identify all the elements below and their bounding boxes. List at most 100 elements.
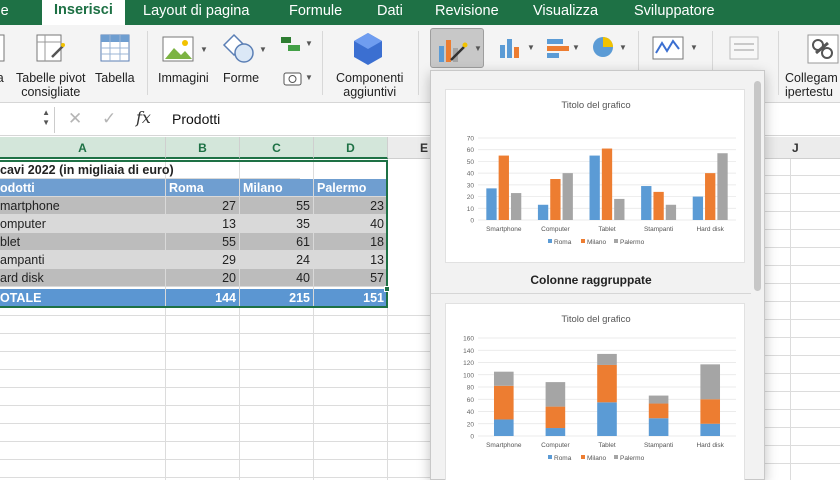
- legend-label: Roma: [554, 239, 572, 246]
- bar-roma: [597, 402, 617, 436]
- row-label-cell[interactable]: ampanti: [0, 251, 166, 269]
- pivot-table-label-2: t: [0, 85, 4, 99]
- slicer-icon[interactable]: [728, 35, 762, 63]
- tab-sviluppatore[interactable]: Sviluppatore: [634, 0, 715, 25]
- column-header-c[interactable]: C: [240, 137, 314, 159]
- chevron-down-icon[interactable]: ▼: [572, 43, 580, 52]
- chevron-down-icon[interactable]: ▼: [619, 43, 627, 52]
- tab-dati[interactable]: Dati: [377, 0, 403, 25]
- value-cell[interactable]: 35: [240, 215, 314, 233]
- legend-swatch-roma: [548, 455, 552, 459]
- pie-chart-icon[interactable]: [591, 35, 617, 59]
- chevron-down-icon: ▼: [474, 44, 482, 53]
- value-cell[interactable]: 55: [166, 233, 240, 251]
- tab-home[interactable]: Home: [0, 0, 9, 25]
- name-box[interactable]: ▲ ▼: [0, 107, 55, 133]
- value-cell[interactable]: 24: [240, 251, 314, 269]
- value-cell[interactable]: 20: [166, 269, 240, 287]
- header-cell-prodotti[interactable]: odotti: [0, 179, 166, 197]
- value-cell[interactable]: 55: [240, 197, 314, 215]
- row-label-cell[interactable]: martphone: [0, 197, 166, 215]
- ribbon-tab-bar: Home Inserisci Layout di pagina Formule …: [0, 0, 840, 27]
- value-cell[interactable]: 27: [166, 197, 240, 215]
- formula-input[interactable]: Prodotti: [172, 111, 220, 127]
- confirm-icon[interactable]: ✓: [102, 109, 116, 129]
- y-tick-label: 0: [470, 434, 474, 441]
- total-value-cell[interactable]: 144: [166, 289, 240, 307]
- shapes-icon: [222, 33, 254, 63]
- y-tick-label: 140: [463, 348, 474, 355]
- picture-icon: [162, 36, 194, 62]
- table-icon: [100, 34, 130, 62]
- y-tick-label: 10: [467, 206, 475, 213]
- total-label-cell[interactable]: OTALE: [0, 289, 166, 307]
- chevron-down-icon[interactable]: ▼: [305, 39, 313, 48]
- tab-inserisci[interactable]: Inserisci: [42, 0, 125, 27]
- tab-layout-di-pagina[interactable]: Layout di pagina: [143, 0, 249, 25]
- table-button[interactable]: Tabella: [95, 71, 135, 85]
- column-header-a[interactable]: A: [0, 137, 166, 159]
- insert-function-button[interactable]: fx: [136, 108, 151, 127]
- bar-palermo: [562, 173, 573, 220]
- row-label-cell[interactable]: blet: [0, 233, 166, 251]
- selection-handle[interactable]: [384, 286, 390, 292]
- tab-visualizza[interactable]: Visualizza: [533, 0, 598, 25]
- sparkline-icon[interactable]: [652, 35, 686, 61]
- chevron-down-icon[interactable]: ▼: [305, 73, 313, 82]
- name-box-stepper-icon[interactable]: ▲ ▼: [42, 108, 50, 128]
- screenshot-icon[interactable]: [283, 69, 303, 87]
- shapes-button[interactable]: Forme: [223, 71, 259, 85]
- value-cell[interactable]: 18: [314, 233, 388, 251]
- column-header-b[interactable]: B: [166, 137, 240, 159]
- pivot-table-button[interactable]: ia t: [0, 71, 4, 99]
- column-header-d[interactable]: D: [314, 137, 388, 159]
- column-chart-icon[interactable]: [498, 37, 524, 59]
- value-cell[interactable]: 40: [314, 215, 388, 233]
- value-cell[interactable]: 13: [166, 215, 240, 233]
- y-tick-label: 20: [467, 194, 475, 201]
- row-label-cell[interactable]: omputer: [0, 215, 166, 233]
- bar-palermo: [614, 198, 625, 220]
- value-cell[interactable]: 23: [314, 197, 388, 215]
- value-cell[interactable]: 61: [240, 233, 314, 251]
- chevron-down-icon[interactable]: ▼: [259, 45, 267, 54]
- gallery-scrollbar[interactable]: [754, 81, 761, 291]
- link-button[interactable]: Collegam ipertestu: [785, 71, 838, 99]
- total-value-cell[interactable]: 215: [240, 289, 314, 307]
- ribbon-separator: [778, 31, 779, 95]
- header-cell-milano[interactable]: Milano: [240, 179, 314, 197]
- recommended-pivot-label-2: consigliate: [21, 85, 81, 99]
- add-ins-button[interactable]: Componenti aggiuntivi: [336, 71, 403, 99]
- bar-chart-icon[interactable]: [545, 37, 571, 59]
- legend-swatch-palermo: [614, 455, 618, 459]
- recommended-pivot-button[interactable]: Tabelle pivot consigliate: [16, 71, 86, 99]
- chevron-down-icon[interactable]: ▼: [690, 43, 698, 52]
- sheet-title-cell[interactable]: cavi 2022 (in migliaia di euro): [0, 161, 300, 179]
- smartart-icon[interactable]: [280, 35, 302, 53]
- recommended-charts-button[interactable]: ▼: [430, 28, 484, 68]
- chart-option-stacked-column[interactable]: Titolo del grafico 0 20 40 60 80 100 120 140 160 S…: [445, 303, 745, 480]
- link-label-2: ipertestu: [785, 85, 833, 99]
- value-cell[interactable]: 13: [314, 251, 388, 269]
- ribbon-separator: [322, 31, 323, 95]
- value-cell[interactable]: 57: [314, 269, 388, 287]
- pictures-button[interactable]: Immagini: [158, 71, 209, 85]
- chevron-down-icon[interactable]: ▼: [200, 45, 208, 54]
- column-header-j[interactable]: J: [792, 141, 799, 155]
- row-label-cell[interactable]: ard disk: [0, 269, 166, 287]
- total-value-cell[interactable]: 151: [314, 289, 388, 307]
- header-cell-palermo[interactable]: Palermo: [314, 179, 388, 197]
- legend-label: Milano: [587, 239, 607, 246]
- y-tick-label: 70: [467, 136, 475, 143]
- chart-option-clustered-column[interactable]: Titolo del grafico 0 10 20 30 40 50 60 70 Smartph…: [445, 89, 745, 263]
- value-cell[interactable]: 29: [166, 251, 240, 269]
- tab-formule[interactable]: Formule: [289, 0, 342, 25]
- value-cell[interactable]: 40: [240, 269, 314, 287]
- header-cell-roma[interactable]: Roma: [166, 179, 240, 197]
- chevron-down-icon[interactable]: ▼: [527, 43, 535, 52]
- legend-label: Palermo: [620, 239, 645, 246]
- bar-roma: [648, 418, 669, 436]
- tab-revisione[interactable]: Revisione: [435, 0, 499, 25]
- legend-label: Roma: [554, 455, 572, 462]
- cancel-icon[interactable]: ✕: [68, 109, 82, 129]
